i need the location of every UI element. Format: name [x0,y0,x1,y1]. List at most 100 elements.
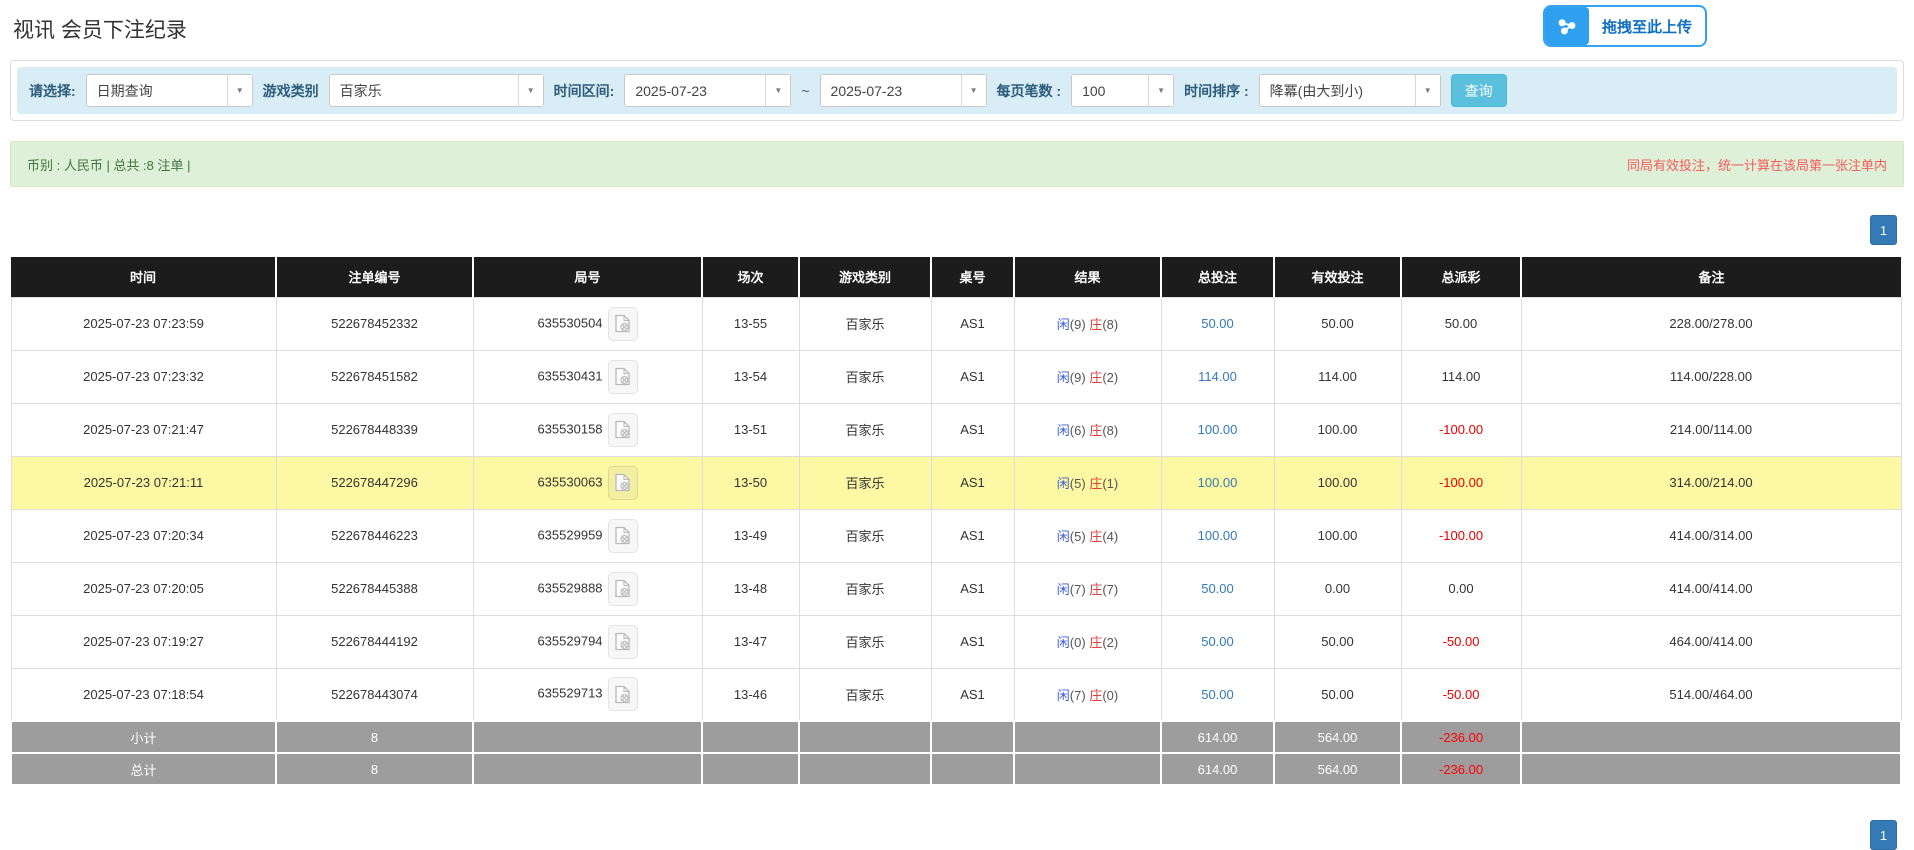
cell-game-type: 百家乐 [799,456,931,509]
cell-bet-id: 522678443074 [276,668,473,721]
cell-payout: -50.00 [1401,615,1521,668]
video-replay-icon[interactable] [608,307,638,341]
cell-session: 13-54 [702,350,799,403]
cell-time: 2025-07-23 07:18:54 [11,668,276,721]
cell-game-type: 百家乐 [799,562,931,615]
table-header-row: 时间 注单编号 局号 场次 游戏类别 桌号 结果 总投注 有效投注 总派彩 备注 [11,257,1901,297]
table-row[interactable]: 2025-07-23 07:23:32522678451582635530431… [11,350,1901,403]
query-type-select[interactable]: 日期查询 ▼ [86,74,253,107]
chevron-down-icon[interactable]: ▼ [961,75,986,106]
table-row[interactable]: 2025-07-23 07:20:05522678445388635529888… [11,562,1901,615]
page-size-value: 100 [1072,75,1148,106]
cell-result: 闲(0) 庄(2) [1014,615,1161,668]
summary-bar: 币别 : 人民币 | 总共 :8 注单 | 同局有效投注，统一计算在该局第一张注… [10,141,1904,187]
pagination-bottom: 1 [1870,820,1897,850]
col-note: 备注 [1521,257,1901,297]
cell-payout: -100.00 [1401,456,1521,509]
chevron-down-icon[interactable]: ▼ [765,75,790,106]
filter-panel: 请选择: 日期查询 ▼ 游戏类别 百家乐 ▼ 时间区间: 2025-07-23 … [10,60,1904,121]
cell-table-id: AS1 [931,403,1014,456]
search-button[interactable]: 查询 [1451,74,1507,107]
col-session: 场次 [702,257,799,297]
table-row[interactable]: 2025-07-23 07:19:27522678444192635529794… [11,615,1901,668]
cell-total-bet[interactable]: 50.00 [1161,562,1274,615]
table-row[interactable]: 2025-07-23 07:21:47522678448339635530158… [11,403,1901,456]
date-to-value: 2025-07-23 [821,75,961,106]
cell-round-id: 635529959 [473,509,702,562]
cell-round-id: 635529888 [473,562,702,615]
cell-session: 13-47 [702,615,799,668]
cell-payout: 114.00 [1401,350,1521,403]
cell-note: 414.00/314.00 [1521,509,1901,562]
page-size-select[interactable]: 100 ▼ [1071,74,1174,107]
video-replay-icon[interactable] [608,625,638,659]
table-row[interactable]: 2025-07-23 07:18:54522678443074635529713… [11,668,1901,721]
cell-bet-id: 522678448339 [276,403,473,456]
cell-valid-bet: 114.00 [1274,350,1401,403]
col-payout: 总派彩 [1401,257,1521,297]
page-1-button[interactable]: 1 [1870,215,1897,245]
col-bet-id: 注单编号 [276,257,473,297]
table-row[interactable]: 2025-07-23 07:21:11522678447296635530063… [11,456,1901,509]
video-replay-icon[interactable] [608,572,638,606]
col-result: 结果 [1014,257,1161,297]
date-range-label: 时间区间: [554,81,615,101]
cell-total-bet[interactable]: 50.00 [1161,668,1274,721]
cell-total-bet[interactable]: 100.00 [1161,509,1274,562]
cell-payout: -100.00 [1401,403,1521,456]
cell-note: 414.00/414.00 [1521,562,1901,615]
video-replay-icon[interactable] [608,360,638,394]
col-game-type: 游戏类别 [799,257,931,297]
video-replay-icon[interactable] [608,413,638,447]
page-1-button[interactable]: 1 [1870,820,1897,850]
date-from-select[interactable]: 2025-07-23 ▼ [624,74,791,107]
page-size-label: 每页笔数 : [997,81,1062,101]
cell-game-type: 百家乐 [799,615,931,668]
date-to-select[interactable]: 2025-07-23 ▼ [820,74,987,107]
cell-total-bet[interactable]: 100.00 [1161,403,1274,456]
time-sort-value: 降冪(由大到小) [1260,75,1415,106]
subtotal-valid-bet: 564.00 [1274,721,1401,753]
table-row[interactable]: 2025-07-23 07:20:34522678446223635529959… [11,509,1901,562]
query-type-label: 请选择: [29,81,76,101]
chevron-down-icon[interactable]: ▼ [1148,75,1173,106]
time-sort-select[interactable]: 降冪(由大到小) ▼ [1259,74,1441,107]
cell-payout: 0.00 [1401,562,1521,615]
grand-total-label: 总计 [11,753,276,785]
subtotal-total-bet: 614.00 [1161,721,1274,753]
drag-upload-button[interactable]: 拖拽至此上传 [1543,5,1707,47]
cell-total-bet[interactable]: 100.00 [1161,456,1274,509]
cell-valid-bet: 0.00 [1274,562,1401,615]
cell-table-id: AS1 [931,456,1014,509]
cell-note: 314.00/214.00 [1521,456,1901,509]
game-type-label: 游戏类别 [263,81,319,101]
video-replay-icon[interactable] [608,677,638,711]
cell-bet-id: 522678447296 [276,456,473,509]
grand-total-count: 8 [276,753,473,785]
chevron-down-icon[interactable]: ▼ [1415,75,1440,106]
col-table-id: 桌号 [931,257,1014,297]
chevron-down-icon[interactable]: ▼ [518,75,543,106]
cell-result: 闲(7) 庄(0) [1014,668,1161,721]
cell-total-bet[interactable]: 50.00 [1161,297,1274,350]
subtotal-row: 小计 8 614.00 564.00 -236.00 [11,721,1901,753]
cell-valid-bet: 50.00 [1274,615,1401,668]
game-type-value: 百家乐 [330,75,518,106]
cell-game-type: 百家乐 [799,668,931,721]
game-type-select[interactable]: 百家乐 ▼ [329,74,544,107]
cell-total-bet[interactable]: 114.00 [1161,350,1274,403]
cell-session: 13-51 [702,403,799,456]
cell-payout: -50.00 [1401,668,1521,721]
cell-total-bet[interactable]: 50.00 [1161,615,1274,668]
cell-session: 13-46 [702,668,799,721]
table-row[interactable]: 2025-07-23 07:23:59522678452332635530504… [11,297,1901,350]
cell-round-id: 635530063 [473,456,702,509]
video-replay-icon[interactable] [608,466,638,500]
video-replay-icon[interactable] [608,519,638,553]
cell-table-id: AS1 [931,615,1014,668]
cell-valid-bet: 50.00 [1274,297,1401,350]
cell-session: 13-50 [702,456,799,509]
cell-time: 2025-07-23 07:23:59 [11,297,276,350]
chevron-down-icon[interactable]: ▼ [227,75,252,106]
cell-time: 2025-07-23 07:20:34 [11,509,276,562]
